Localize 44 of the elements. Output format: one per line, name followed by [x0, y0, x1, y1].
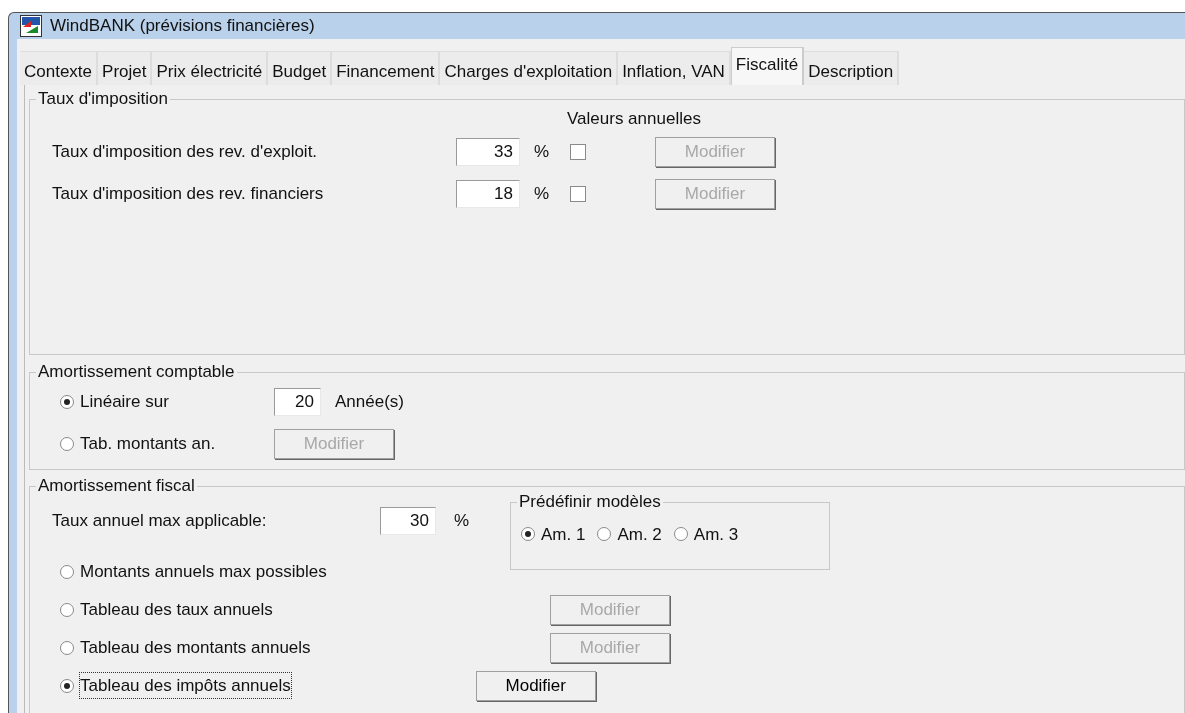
radio-button[interactable] — [521, 527, 535, 542]
tab[interactable]: Fiscalité — [730, 46, 805, 85]
field-label: Taux d'imposition des rev. d'exploit. — [52, 141, 319, 164]
tab[interactable]: Budget — [268, 50, 333, 85]
unit-label: % — [454, 509, 470, 532]
radio-button[interactable] — [673, 527, 688, 542]
radio-button[interactable] — [60, 436, 74, 451]
radio-button[interactable] — [60, 678, 74, 693]
column-header: Valeurs annuelles — [567, 107, 701, 130]
radio-label: Tab. montants an. — [80, 432, 217, 455]
modify-button[interactable]: Modifier — [475, 670, 596, 701]
radio-label: Am. 1 — [541, 523, 586, 546]
radio-label: Tableau des montants annuels — [80, 636, 312, 659]
radio-button[interactable] — [597, 527, 612, 542]
radio-button[interactable] — [60, 394, 74, 409]
radio-label: Montants annuels max possibles — [80, 560, 328, 583]
radio-button[interactable] — [60, 640, 74, 655]
radio-label: Tableau des taux annuels — [80, 598, 274, 621]
tab[interactable]: Financement — [332, 50, 441, 85]
tab[interactable]: Projet — [98, 50, 153, 85]
tab[interactable]: Inflation, VAN — [618, 50, 731, 85]
radio-button[interactable] — [60, 602, 74, 617]
tab[interactable]: Description — [804, 50, 900, 85]
tab[interactable]: Prix électricité — [152, 50, 269, 85]
number-field[interactable]: 20 — [274, 387, 321, 416]
field-label: Taux annuel max applicable: — [52, 509, 268, 532]
number-field[interactable]: 33 — [456, 138, 520, 166]
unit-label: % — [534, 141, 551, 164]
radio-label: Am. 2 — [617, 523, 662, 546]
number-field[interactable]: 30 — [380, 506, 436, 535]
unit-label: Année(s) — [335, 390, 404, 413]
radio-button[interactable] — [60, 564, 74, 579]
tab[interactable]: Contexte — [20, 50, 99, 85]
number-field[interactable]: 18 — [456, 180, 520, 208]
app-icon — [20, 14, 42, 37]
window-title: WindBANK (prévisions financières) — [50, 15, 315, 37]
field-label: Taux d'imposition des rev. financiers — [52, 183, 325, 206]
unit-label: % — [534, 183, 551, 206]
checkbox[interactable] — [570, 144, 586, 160]
radio-label: Am. 3 — [693, 523, 739, 546]
radio-label: Linéaire sur — [80, 390, 170, 413]
checkbox[interactable] — [570, 186, 586, 202]
tab[interactable]: Charges d'exploitation — [440, 50, 619, 85]
radio-label: Tableau des impôts annuels — [80, 672, 291, 699]
